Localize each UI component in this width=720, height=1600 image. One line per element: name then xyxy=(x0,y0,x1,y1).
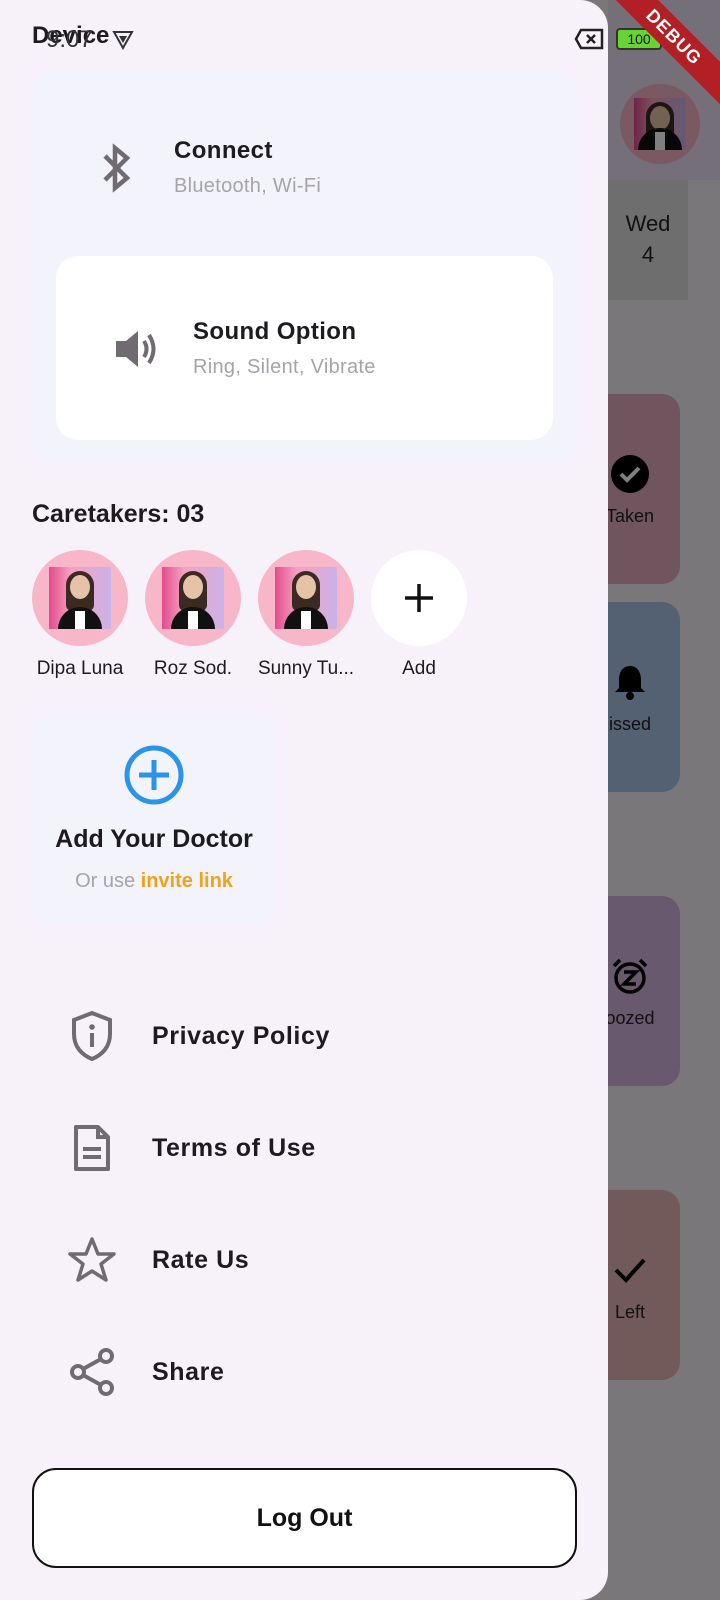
caretakers-list: Dipa Luna Roz Sod. Sunny Tu... Add xyxy=(32,550,467,680)
volume-icon xyxy=(106,319,166,379)
menu-item-rate-us[interactable]: Rate Us xyxy=(62,1204,330,1316)
avatar-photo xyxy=(49,567,111,629)
add-doctor-card[interactable]: Add Your Doctor Or use invite link xyxy=(32,714,276,924)
menu-item-terms-of-use[interactable]: Terms of Use xyxy=(62,1092,330,1204)
device-card: Connect Bluetooth, Wi-Fi Sound Option Ri… xyxy=(32,72,577,462)
bluetooth-icon xyxy=(87,138,147,198)
sound-option-card[interactable]: Sound Option Ring, Silent, Vibrate xyxy=(56,256,553,440)
caretaker-name: Dipa Luna xyxy=(36,658,124,679)
menu-item-share[interactable]: Share xyxy=(62,1316,330,1428)
menu-label: Privacy Policy xyxy=(152,1021,330,1050)
status-time: 9:07 xyxy=(46,26,93,53)
sound-option[interactable]: Sound Option Ring, Silent, Vibrate xyxy=(106,318,376,379)
menu-label: Share xyxy=(152,1357,225,1386)
plus-icon xyxy=(405,584,433,612)
caretaker-name: Sunny Tu... xyxy=(257,658,355,679)
menu-label: Terms of Use xyxy=(152,1133,316,1162)
connect-subtitle: Bluetooth, Wi-Fi xyxy=(174,175,322,197)
add-circle xyxy=(371,550,467,646)
avatar-photo xyxy=(162,567,224,629)
star-icon xyxy=(62,1230,122,1290)
drawer-menu: Privacy Policy Terms of Use Rate Us Shar… xyxy=(62,980,330,1428)
caretaker-name: Roz Sod. xyxy=(153,658,233,679)
menu-item-privacy-policy[interactable]: Privacy Policy xyxy=(62,980,330,1092)
connect-title: Connect xyxy=(174,137,273,164)
sound-title: Sound Option xyxy=(193,318,357,345)
navigation-drawer: Device Connect Bluetooth, Wi-Fi Sound Op… xyxy=(0,0,608,1600)
share-icon xyxy=(62,1342,122,1402)
vpn-icon xyxy=(112,28,134,55)
caretakers-title: Caretakers: 03 xyxy=(32,500,205,528)
caretaker-item[interactable]: Dipa Luna xyxy=(32,550,128,680)
menu-label: Rate Us xyxy=(152,1245,250,1274)
sim-alert-icon xyxy=(574,28,604,55)
invite-text: Or use invite link xyxy=(75,870,233,893)
sound-subtitle: Ring, Silent, Vibrate xyxy=(193,356,376,378)
avatar xyxy=(32,550,128,646)
plus-circle-icon xyxy=(123,744,185,811)
avatar xyxy=(258,550,354,646)
invite-link[interactable]: invite link xyxy=(141,870,233,892)
avatar xyxy=(145,550,241,646)
document-icon xyxy=(62,1118,122,1178)
add-doctor-title: Add Your Doctor xyxy=(55,825,253,853)
add-caretaker-button[interactable]: Add xyxy=(371,550,467,680)
caretaker-item[interactable]: Sunny Tu... xyxy=(258,550,354,680)
logout-button[interactable]: Log Out xyxy=(32,1468,577,1568)
caretaker-item[interactable]: Roz Sod. xyxy=(145,550,241,680)
shield-info-icon xyxy=(62,1006,122,1066)
connect-option[interactable]: Connect Bluetooth, Wi-Fi xyxy=(87,137,321,198)
avatar-photo xyxy=(275,567,337,629)
add-caretaker-label: Add xyxy=(402,658,436,679)
status-bar: 9:07 100 xyxy=(0,18,720,58)
invite-prefix: Or use xyxy=(75,870,141,892)
